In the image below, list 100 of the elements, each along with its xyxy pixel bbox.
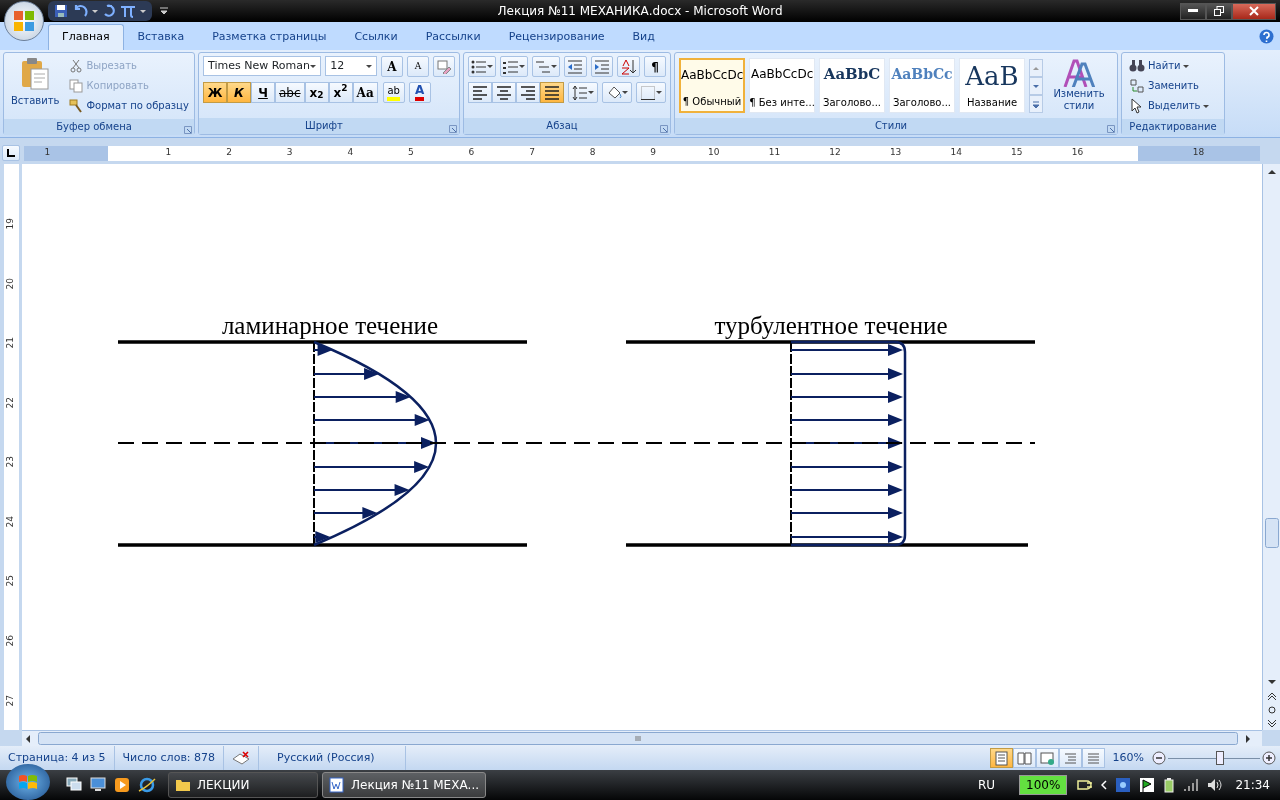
ribbon-tab[interactable]: Ссылки [340,23,412,50]
minimize-button[interactable] [1180,2,1206,20]
dialog-launcher-icon[interactable] [1107,125,1115,133]
battery-indicator[interactable]: 100% [1019,775,1068,795]
language-status[interactable]: Русский (Россия) [277,749,375,767]
dialog-launcher-icon[interactable] [660,125,668,133]
sort-button[interactable] [617,56,640,77]
switch-windows-icon[interactable] [66,777,82,791]
zoom-slider-thumb[interactable] [1216,750,1225,765]
media-player-icon[interactable] [114,777,130,793]
highlight-button[interactable]: ab [382,82,405,103]
paste-button[interactable]: Вставить [8,56,63,116]
taskbar-button[interactable]: Лекция №11 МЕХА... [322,772,487,798]
clear-format-button[interactable] [433,56,455,77]
align-button[interactable] [492,82,516,103]
show-hidden-icon[interactable] [1101,780,1108,790]
format-button[interactable]: Ж [203,82,227,103]
restore-button[interactable] [1206,2,1232,20]
style-item[interactable]: AaBbCc Заголово... [889,58,955,113]
ribbon-tab[interactable]: Рассылки [411,23,495,50]
font-color-button[interactable]: A [408,82,431,103]
format-button[interactable]: abc [275,82,305,103]
style-item[interactable]: AaB Название [959,58,1025,113]
show-marks-button[interactable]: ¶ [643,56,666,77]
undo-icon[interactable] [72,4,88,18]
format-button[interactable]: Aa [352,82,378,103]
format-button[interactable]: К [227,82,251,103]
eraser-icon [437,59,451,74]
numbering-button[interactable] [500,56,529,77]
change-styles-button[interactable]: Изменить стили [1047,58,1111,113]
toolbar-button[interactable]: Формат по образцу [66,97,192,115]
scroll-thumb[interactable] [38,732,1238,745]
decrease-indent-button[interactable] [564,56,587,77]
pi-icon[interactable] [120,4,136,18]
clock[interactable]: 21:34 [1235,776,1270,794]
taskbar-button[interactable]: ЛЕКЦИИ [168,772,318,798]
style-item[interactable]: AaBbCcDc ¶ Обычный [679,58,745,113]
volume-icon[interactable] [1207,778,1224,792]
browser-icon[interactable] [138,777,156,793]
tab-selector-button[interactable] [2,145,20,161]
close-button[interactable] [1232,2,1276,20]
dialog-launcher-icon[interactable] [449,125,457,133]
desktop-icon[interactable] [90,777,106,791]
office-button[interactable] [4,1,44,41]
signal-icon[interactable] [1183,778,1200,792]
zoom-in-icon[interactable] [1262,751,1276,765]
help-icon[interactable] [1259,29,1274,44]
group-label: Стили [874,120,908,131]
font-name-field[interactable]: Times New Roman [203,56,322,76]
align-button[interactable] [516,82,540,103]
font-size-field[interactable]: 12 [325,56,377,76]
increase-indent-button[interactable] [590,56,614,77]
caret-icon[interactable] [140,9,146,13]
battery-icon[interactable] [1163,777,1176,793]
dialog-launcher-icon[interactable] [184,126,192,134]
line-spacing-button[interactable] [568,82,598,103]
browse-object-icon[interactable] [1267,706,1276,714]
align-button[interactable] [468,82,492,103]
clipboard-icon [20,57,51,91]
save-icon[interactable] [54,4,68,18]
brush-icon [69,99,84,113]
ribbon-tab[interactable]: Главная [48,23,124,50]
ribbon-tab[interactable]: Разметка страницы [198,23,341,50]
scroll-thumb[interactable] [1264,518,1279,548]
format-button[interactable]: x$^{2}$ [328,82,353,103]
flag-icon[interactable] [1139,777,1156,793]
editing-button[interactable]: Найти [1126,57,1220,75]
format-button[interactable]: x$_{2}$ [304,82,329,103]
view-button[interactable] [989,748,1013,768]
zoom-level[interactable]: 160% [1112,749,1144,767]
multilevel-list-button[interactable] [532,56,561,77]
previous-page-icon[interactable] [1266,692,1277,702]
format-button[interactable]: Ч [251,82,275,103]
align-button[interactable] [540,82,564,103]
borders-button[interactable] [636,82,666,103]
caret-icon[interactable] [92,9,98,13]
style-item[interactable]: AaBbC Заголово... [819,58,885,113]
numbered-list-icon [503,58,520,75]
redo-icon[interactable] [102,4,116,18]
spelling-icon[interactable] [232,751,251,765]
ribbon-tab[interactable]: Вставка [123,23,199,50]
editing-button[interactable]: Выделить [1126,97,1220,115]
shading-button[interactable] [602,82,632,103]
shrink-font-button[interactable]: A [407,56,429,77]
start-button[interactable] [6,764,50,800]
ribbon-tab[interactable]: Рецензирование [494,23,619,50]
indent-icon [567,58,584,75]
ribbon-tab[interactable]: Вид [618,23,669,50]
bullets-button[interactable] [468,56,497,77]
style-item[interactable]: AaBbCcDc ¶ Без инте... [749,58,815,113]
view-button[interactable] [1035,748,1059,768]
keyboard-language[interactable]: RU [977,776,996,794]
paint-bucket-icon [606,84,622,101]
zoom-out-icon[interactable] [1152,751,1166,765]
editing-button[interactable]: Заменить [1126,77,1220,95]
more-icon[interactable] [1029,94,1043,113]
grow-font-button[interactable]: A [381,56,403,77]
view-button[interactable] [1012,748,1036,768]
customize-icon[interactable] [160,7,168,15]
next-page-icon[interactable] [1266,718,1277,728]
